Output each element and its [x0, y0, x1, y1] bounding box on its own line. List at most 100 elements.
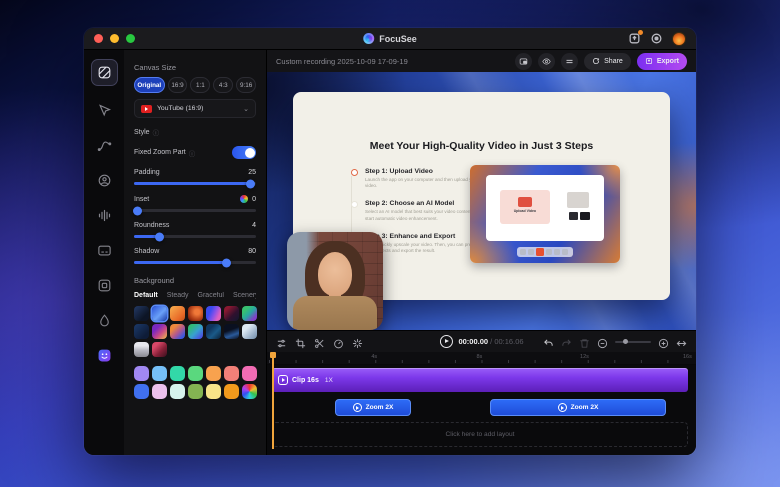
preview-canvas[interactable]: Meet Your High-Quality Video in Just 3 S…: [267, 72, 696, 330]
background-thumb[interactable]: [170, 324, 185, 339]
time-current: 00:00.00: [458, 337, 489, 346]
user-avatar[interactable]: [672, 31, 686, 46]
ratio-16-9-button[interactable]: 16:9: [167, 77, 188, 93]
timeline-ruler[interactable]: 0s 4s 8s 12s 16s: [267, 352, 696, 365]
color-swatch[interactable]: [170, 384, 185, 399]
zoom-segment-2[interactable]: Zoom 2X: [490, 399, 666, 416]
color-swatch[interactable]: [152, 384, 167, 399]
rail-frame-icon[interactable]: [91, 274, 117, 296]
background-thumb[interactable]: [242, 306, 257, 321]
inset-color-icon[interactable]: [240, 195, 249, 203]
color-swatch[interactable]: [188, 384, 203, 399]
cut-icon[interactable]: [314, 336, 325, 348]
export-button[interactable]: Export: [636, 52, 687, 70]
fixed-zoom-toggle[interactable]: [232, 146, 256, 159]
rail-motion-icon[interactable]: [91, 134, 117, 156]
adjust-button[interactable]: [561, 52, 579, 70]
color-swatch[interactable]: [224, 384, 239, 399]
color-swatch[interactable]: [206, 384, 221, 399]
ratio-original-button[interactable]: Original: [134, 77, 165, 93]
rail-camera-icon[interactable]: [91, 169, 117, 191]
upload-status-icon[interactable]: [628, 30, 643, 45]
app-name: FocuSee: [379, 33, 417, 44]
color-swatch[interactable]: [206, 366, 221, 381]
color-wheel-swatch[interactable]: [242, 384, 257, 399]
undo-icon[interactable]: [543, 336, 554, 347]
export-label: Export: [656, 57, 679, 65]
zoom-in-icon[interactable]: [658, 336, 669, 349]
background-thumb[interactable]: [134, 342, 149, 357]
color-swatch[interactable]: [224, 366, 239, 381]
background-thumb[interactable]: [188, 306, 203, 321]
shadow-slider[interactable]: [134, 258, 256, 267]
fit-width-icon[interactable]: [676, 336, 687, 347]
background-thumb[interactable]: [242, 324, 257, 339]
zoom-segment-1[interactable]: Zoom 2X: [335, 399, 411, 416]
canvas-size-label: Canvas Size: [134, 63, 177, 72]
background-thumb[interactable]: [152, 342, 167, 357]
background-thumb-selected[interactable]: [152, 306, 167, 321]
fixed-zoom-info-icon: ⓘ: [188, 150, 196, 158]
tab-scenery[interactable]: Scenery: [233, 292, 256, 299]
zoom-window-button[interactable]: [126, 34, 135, 43]
crop-icon[interactable]: [295, 336, 306, 349]
ratio-9-16-button[interactable]: 9:16: [236, 77, 257, 93]
padding-slider[interactable]: [134, 179, 256, 188]
tab-steady[interactable]: Steady: [167, 292, 189, 299]
tab-graceful[interactable]: Graceful: [198, 292, 224, 299]
shadow-slider-thumb[interactable]: [221, 258, 231, 267]
roundness-slider-thumb[interactable]: [154, 232, 164, 241]
clip-speed: 1X: [324, 376, 333, 384]
delete-icon[interactable]: [579, 336, 590, 348]
ratio-1-1-button[interactable]: 1:1: [190, 77, 211, 93]
effects-icon[interactable]: [352, 336, 363, 349]
play-button[interactable]: [439, 335, 453, 348]
rail-audio-icon[interactable]: [91, 204, 117, 226]
preset-dropdown[interactable]: YouTube (16:9) ⌄: [134, 99, 256, 118]
background-thumb[interactable]: [134, 306, 149, 321]
clip-label: Clip 16s: [292, 376, 319, 384]
record-icon[interactable]: [650, 32, 663, 45]
color-swatch[interactable]: [242, 366, 257, 381]
webcam-overlay[interactable]: [287, 232, 383, 330]
rail-background-icon[interactable]: [90, 59, 118, 86]
background-thumb[interactable]: [152, 324, 167, 339]
rail-sticker-icon[interactable]: [91, 344, 117, 366]
color-swatch[interactable]: [188, 366, 203, 381]
background-thumb[interactable]: [134, 324, 149, 339]
zoom-out-icon[interactable]: [597, 336, 608, 349]
timeline-zoom-slider[interactable]: [615, 338, 651, 344]
background-thumb[interactable]: [206, 324, 221, 339]
color-swatch[interactable]: [134, 384, 149, 399]
rail-blur-icon[interactable]: [91, 309, 117, 331]
color-swatch[interactable]: [134, 366, 149, 381]
rail-caption-icon[interactable]: [91, 239, 117, 261]
color-swatch[interactable]: [170, 366, 185, 381]
add-layout-button[interactable]: Click here to add layout: [272, 422, 688, 447]
color-swatch[interactable]: [152, 366, 167, 381]
background-thumb[interactable]: [224, 306, 239, 321]
share-button[interactable]: Share: [584, 52, 631, 70]
roundness-slider[interactable]: [134, 232, 256, 241]
background-thumb[interactable]: [170, 306, 185, 321]
background-thumb[interactable]: [206, 306, 221, 321]
track-settings-icon[interactable]: [276, 336, 287, 348]
padding-slider-thumb[interactable]: [246, 179, 256, 188]
canvas-pip-button[interactable]: [515, 52, 533, 70]
clip-bar[interactable]: Clip 16s 1X: [272, 368, 688, 392]
rail-cursor-icon[interactable]: [91, 99, 117, 121]
traffic-lights: [94, 34, 135, 43]
minimize-window-button[interactable]: [110, 34, 119, 43]
ratio-4-3-button[interactable]: 4:3: [213, 77, 234, 93]
inset-slider-row: Inset 0: [132, 195, 256, 215]
background-thumb[interactable]: [188, 324, 203, 339]
inset-slider-thumb[interactable]: [132, 206, 142, 215]
inset-slider[interactable]: [132, 206, 256, 215]
close-window-button[interactable]: [94, 34, 103, 43]
tab-default[interactable]: Default: [134, 292, 158, 299]
playhead[interactable]: [270, 352, 275, 449]
preview-eye-button[interactable]: [538, 52, 556, 70]
speed-icon[interactable]: [333, 336, 344, 349]
background-thumb[interactable]: [224, 324, 239, 339]
redo-icon[interactable]: [561, 336, 572, 347]
